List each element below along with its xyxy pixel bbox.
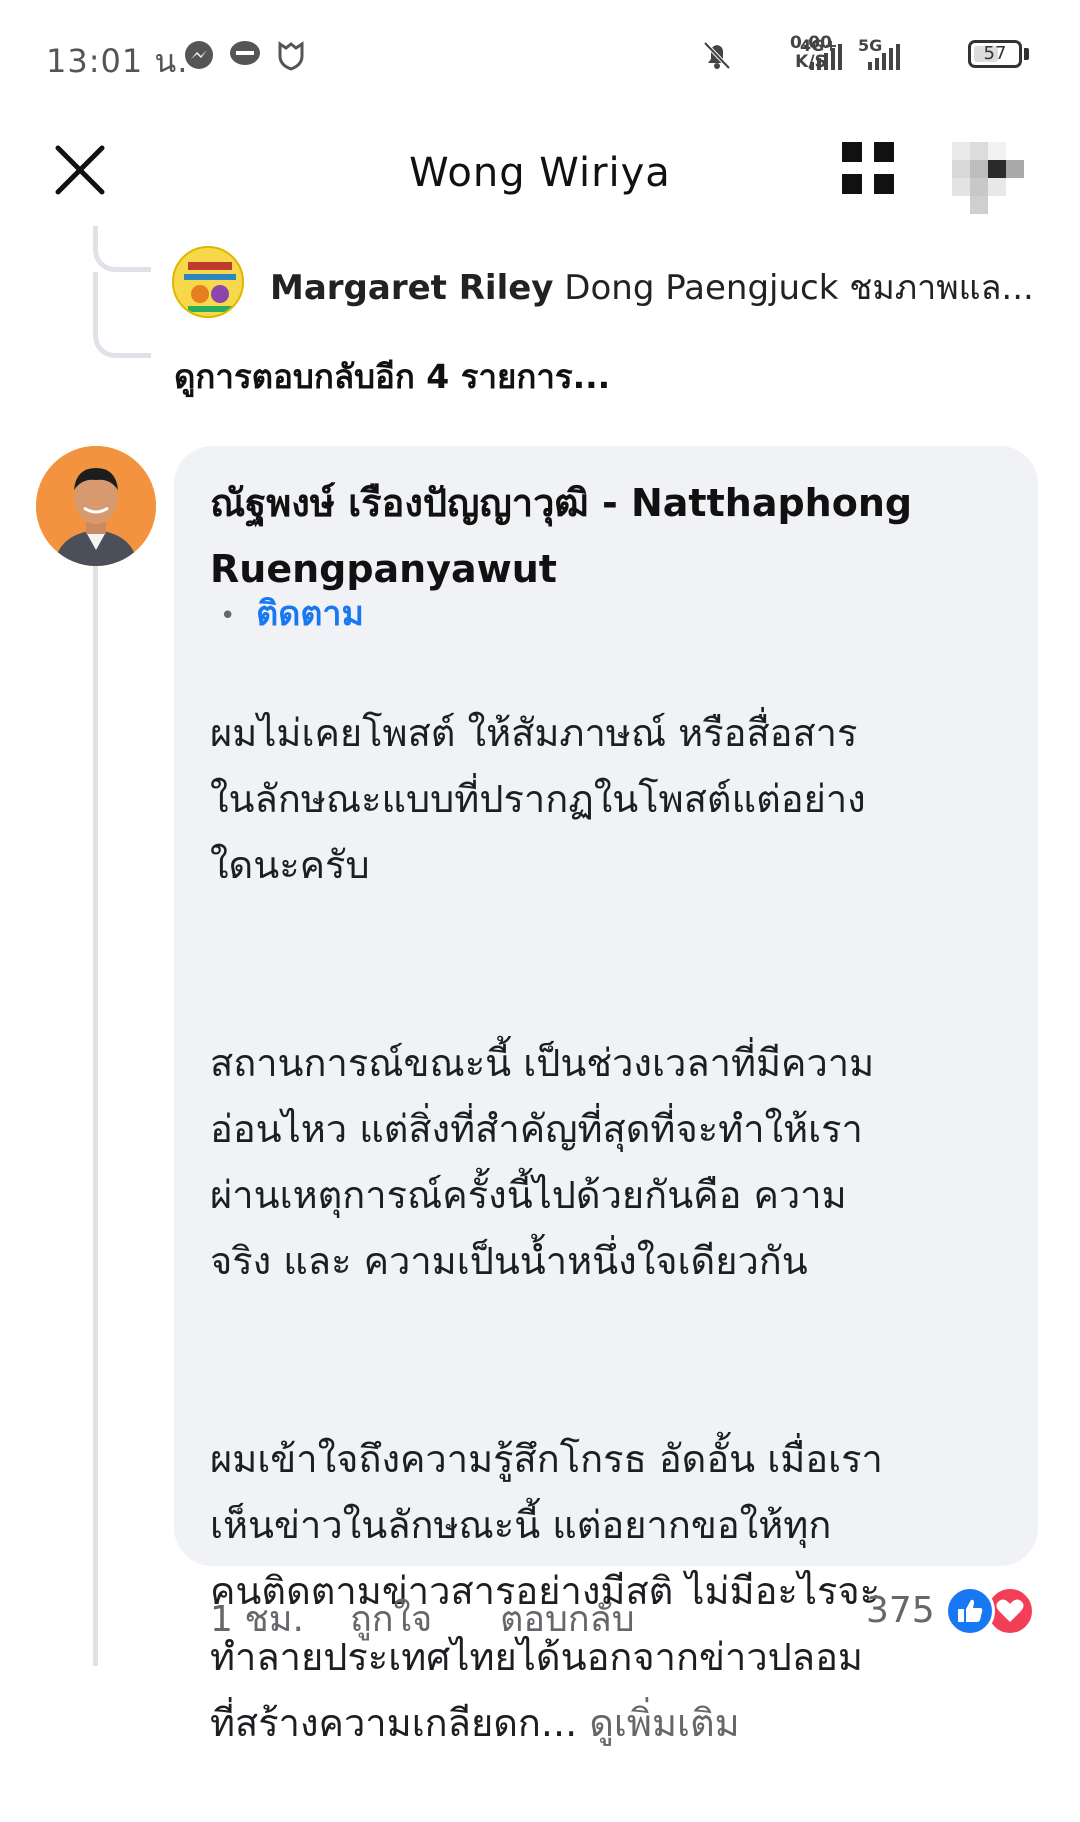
qr-code-square [842, 142, 862, 162]
like-button[interactable]: ถูกใจ [350, 1590, 432, 1647]
qr-code-icon[interactable] [842, 142, 898, 198]
separator-dot: • [220, 600, 236, 631]
mute-bell-icon [703, 41, 731, 70]
messenger-icon [185, 41, 213, 69]
comment-actions: 1 ชม. ถูกใจ ตอบกลับ 375 [210, 1586, 1050, 1650]
reply-text: Margaret Riley Dong Paengjuck ชมภาพแล... [270, 260, 1034, 314]
status-bar: 13:01 น. 0.00 K/S 4G+ 5G 57 [0, 0, 1080, 110]
follow-button[interactable]: ติดตาม [256, 594, 364, 634]
battery-level: 57 [983, 43, 1007, 64]
like-icon[interactable] [945, 1586, 995, 1636]
signal-5g-icon [868, 44, 900, 70]
reply-snippet: Dong Paengjuck ชมภาพแล... [564, 268, 1034, 308]
follow-row: • ติดตาม [220, 586, 364, 640]
line-icon [230, 41, 260, 65]
comment-avatar[interactable] [36, 446, 156, 566]
signal-4g-icon [810, 44, 842, 70]
reply-avatar[interactable] [172, 246, 244, 318]
qr-code-square [874, 142, 894, 162]
status-time: 13:01 น. [46, 42, 189, 80]
battery-cap [1024, 48, 1029, 60]
qr-code-square [842, 174, 862, 194]
person-avatar-icon [36, 446, 156, 566]
reply-author[interactable]: Margaret Riley [270, 268, 553, 308]
comment-author[interactable]: ณัฐพงษ์ เรืองปัญญาวุฒิ - Natthaphong Rue… [210, 470, 1010, 602]
cartoon-avatar-icon [174, 248, 242, 316]
reply-button[interactable]: ตอบกลับ [500, 1590, 635, 1647]
reaction-count[interactable]: 375 [866, 1590, 935, 1631]
comment-paragraph: สถานการณ์ขณะนี้ เป็นช่วงเวลาที่มีความ อ่… [210, 1041, 875, 1283]
thread-connector [93, 272, 151, 358]
reply-item[interactable]: Margaret Riley Dong Paengjuck ชมภาพแล... [172, 246, 1052, 320]
page-title: Wong Wiriya [409, 150, 671, 196]
profile-avatar-icon[interactable] [952, 142, 1024, 214]
shield-icon [278, 41, 304, 71]
battery-icon: 57 [968, 40, 1022, 68]
header: Wong Wiriya [0, 110, 1080, 235]
view-more-replies-link[interactable]: ดูการตอบกลับอีก 4 รายการ... [174, 350, 610, 403]
thread-connector [93, 226, 151, 272]
see-more-link[interactable]: ดูเพิ่มเติม [589, 1701, 739, 1745]
comment-time: 1 ชม. [210, 1599, 304, 1640]
comment-paragraph: ผมไม่เคยโพสต์ ให้สัมภาษณ์ หรือสื่อสาร ใน… [210, 711, 866, 887]
thread-line [93, 560, 98, 1666]
comment-bubble: ณัฐพงษ์ เรืองปัญญาวุฒิ - Natthaphong Rue… [174, 446, 1038, 1745]
qr-code-square [874, 174, 894, 194]
